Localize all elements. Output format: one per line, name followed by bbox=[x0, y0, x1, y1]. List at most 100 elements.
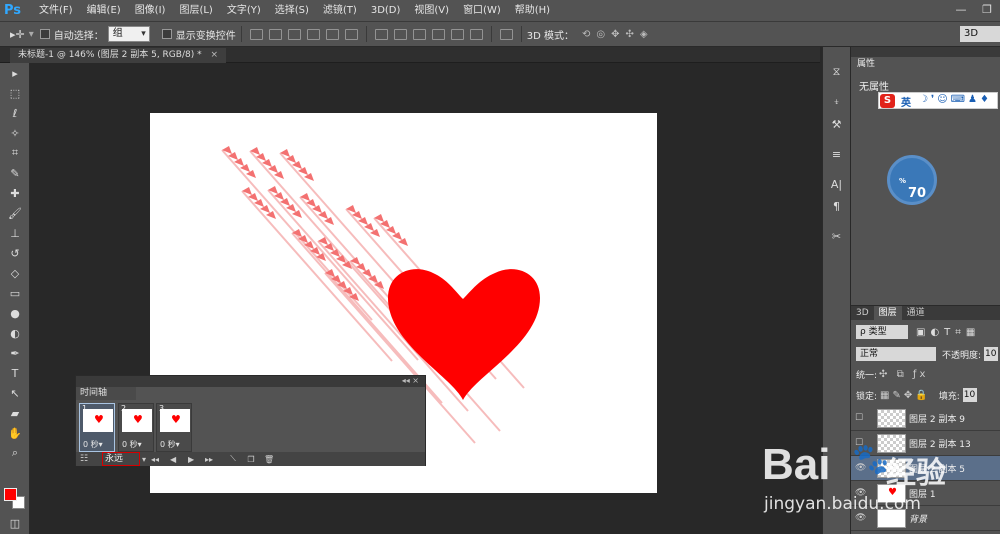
filter-icons[interactable]: ▣◐T⌗▦ bbox=[916, 327, 980, 338]
history-icon[interactable]: ⧖ bbox=[823, 61, 850, 83]
dodge-tool-icon[interactable]: ◐ bbox=[0, 323, 30, 343]
loop-options-select[interactable]: 永远 bbox=[102, 452, 140, 466]
distribute-hcenter-icon[interactable] bbox=[450, 28, 464, 40]
magic-wand-tool-icon[interactable]: ✧ bbox=[0, 123, 30, 143]
layer-name[interactable]: 图层 2 副本 5 bbox=[909, 462, 965, 475]
delete-frame-icon[interactable]: 🗑 bbox=[260, 455, 278, 464]
tab-layers[interactable]: 图层 bbox=[873, 306, 902, 320]
memory-gauge[interactable]: 70% bbox=[887, 155, 937, 205]
layer-name[interactable]: 背景 bbox=[909, 512, 927, 525]
tween-icon[interactable]: ⟍ bbox=[224, 454, 242, 464]
gradient-tool-icon[interactable]: ▭ bbox=[0, 283, 30, 303]
move-tool-icon[interactable]: ▸✛ bbox=[10, 28, 25, 41]
eye-icon[interactable]: 👁 bbox=[855, 488, 867, 498]
auto-select-checkbox[interactable] bbox=[39, 29, 50, 39]
clone-stamp-tool-icon[interactable]: ⊥ bbox=[0, 223, 30, 243]
blend-mode-select[interactable]: 正常 bbox=[856, 347, 936, 361]
eraser-tool-icon[interactable]: ◇ bbox=[0, 263, 30, 283]
animation-frame[interactable]: 2 ♥ 0 秒▾ bbox=[118, 403, 154, 452]
3d-rotate-icon[interactable]: ⟲◎✥✣◈ bbox=[582, 29, 654, 40]
foreground-color-swatch[interactable] bbox=[4, 488, 17, 501]
brush-tool-icon[interactable]: 🖌 bbox=[0, 203, 30, 223]
menu-file[interactable]: 文件(F) bbox=[32, 0, 80, 22]
paragraph-icon[interactable]: ¶ bbox=[823, 195, 850, 217]
menu-edit[interactable]: 编辑(E) bbox=[80, 0, 128, 22]
type-tool-icon[interactable]: T bbox=[0, 363, 30, 383]
history-brush-tool-icon[interactable]: ↺ bbox=[0, 243, 30, 263]
hand-tool-icon[interactable]: ✋ bbox=[0, 423, 30, 443]
menu-select[interactable]: 选择(S) bbox=[268, 0, 316, 22]
chevron-down-icon[interactable]: ▾ bbox=[29, 29, 34, 40]
paragraph-style-icon[interactable]: ≡ bbox=[823, 143, 850, 165]
distribute-bottom-icon[interactable] bbox=[412, 28, 426, 40]
zoom-tool-icon[interactable]: ⌕ bbox=[0, 443, 30, 463]
animation-frame[interactable]: 1 ♥ 0 秒▾ bbox=[79, 403, 115, 452]
lasso-tool-icon[interactable]: ℓ bbox=[0, 103, 30, 123]
tool-preset-icon[interactable]: ⚒ bbox=[823, 113, 850, 135]
layer-row[interactable]: 👁 ♥ 图层 1 bbox=[851, 481, 1000, 506]
quick-mask-icon[interactable]: ◫ bbox=[0, 513, 30, 533]
menu-3d[interactable]: 3D(D) bbox=[364, 0, 408, 22]
character-icon[interactable]: A| bbox=[823, 173, 850, 195]
align-bottom-icon[interactable] bbox=[287, 28, 301, 40]
visibility-toggle[interactable]: ☐ bbox=[855, 438, 867, 448]
menu-type[interactable]: 文字(Y) bbox=[220, 0, 268, 22]
close-icon[interactable]: × bbox=[210, 50, 218, 60]
marquee-tool-icon[interactable]: ⬚ bbox=[0, 83, 30, 103]
animation-frame[interactable]: 3 ♥ 0 秒▾ bbox=[156, 403, 192, 452]
layer-row-selected[interactable]: 👁 图层 2 副本 5 bbox=[851, 456, 1000, 481]
shape-tool-icon[interactable]: ▰ bbox=[0, 403, 30, 423]
menu-view[interactable]: 视图(V) bbox=[407, 0, 456, 22]
properties-tab[interactable]: 属性 bbox=[851, 57, 882, 71]
minimize-button[interactable]: — bbox=[948, 0, 974, 20]
align-vcenter-icon[interactable] bbox=[268, 28, 282, 40]
align-right-icon[interactable] bbox=[344, 28, 358, 40]
timeline-tab[interactable]: 时间轴 bbox=[76, 387, 136, 400]
visibility-toggle[interactable]: ☐ bbox=[855, 413, 867, 423]
layer-row[interactable]: ☐ 图层 2 副本 9 bbox=[851, 406, 1000, 431]
frame-delay[interactable]: 0 秒▾ bbox=[83, 439, 103, 450]
tab-3d[interactable]: 3D bbox=[851, 306, 874, 320]
menu-help[interactable]: 帮助(H) bbox=[508, 0, 557, 22]
blur-tool-icon[interactable]: ● bbox=[0, 303, 30, 323]
unify-icons[interactable]: ✣ ⧉ ƒx bbox=[879, 369, 928, 380]
tools-icon[interactable]: ✂ bbox=[823, 225, 850, 247]
layer-name[interactable]: 图层 1 bbox=[909, 487, 936, 500]
auto-align-icon[interactable] bbox=[499, 28, 513, 40]
lock-icons[interactable]: ▦✎✥🔒 bbox=[880, 390, 931, 401]
menu-layer[interactable]: 图层(L) bbox=[172, 0, 219, 22]
align-hcenter-icon[interactable] bbox=[325, 28, 339, 40]
document-tab[interactable]: 未标题-1 @ 146% (图层 2 副本 5, RGB/8) * × bbox=[10, 48, 227, 63]
workspace-select[interactable]: 3D bbox=[960, 26, 1000, 42]
brush-preset-icon[interactable]: ⍖ bbox=[823, 91, 850, 113]
first-frame-icon[interactable]: ◂◂ bbox=[146, 455, 164, 464]
frame-delay[interactable]: 0 秒▾ bbox=[160, 439, 180, 450]
eye-icon[interactable]: 👁 bbox=[855, 513, 867, 523]
path-selection-tool-icon[interactable]: ↖ bbox=[0, 383, 30, 403]
distribute-vcenter-icon[interactable] bbox=[393, 28, 407, 40]
pen-tool-icon[interactable]: ✒ bbox=[0, 343, 30, 363]
distribute-top-icon[interactable] bbox=[374, 28, 388, 40]
distribute-right-icon[interactable] bbox=[469, 28, 483, 40]
layer-name[interactable]: 图层 2 副本 13 bbox=[909, 437, 971, 450]
ime-language-toggle[interactable]: 英 bbox=[901, 94, 911, 109]
opacity-input[interactable]: 10 bbox=[984, 347, 999, 361]
auto-select-dropdown[interactable]: 组 bbox=[107, 26, 150, 42]
ime-tools-icon[interactable]: ☽❜☺⌨♟♦ bbox=[919, 94, 992, 105]
play-icon[interactable]: ▶ bbox=[182, 455, 200, 464]
ime-toolbar[interactable]: S 英 ☽❜☺⌨♟♦ bbox=[878, 92, 998, 109]
align-left-icon[interactable] bbox=[306, 28, 320, 40]
frame-delay[interactable]: 0 秒▾ bbox=[122, 439, 142, 450]
move-tool-icon[interactable]: ▸ bbox=[0, 63, 30, 83]
restore-button[interactable]: ❐ bbox=[974, 0, 1000, 20]
convert-icon[interactable]: ☷ bbox=[80, 454, 88, 464]
collapse-icon[interactable]: ◂◂ × bbox=[402, 376, 419, 385]
eyedropper-tool-icon[interactable]: ✎ bbox=[0, 163, 30, 183]
next-frame-icon[interactable]: ▸▸ bbox=[200, 455, 218, 464]
layer-name[interactable]: 图层 2 副本 9 bbox=[909, 412, 965, 425]
healing-brush-tool-icon[interactable]: ✚ bbox=[0, 183, 30, 203]
layer-row[interactable]: 👁 背景 bbox=[851, 506, 1000, 531]
prev-frame-icon[interactable]: ◀ bbox=[164, 455, 182, 464]
menu-filter[interactable]: 滤镜(T) bbox=[316, 0, 364, 22]
layer-row[interactable]: ☐ 图层 2 副本 13 bbox=[851, 431, 1000, 456]
